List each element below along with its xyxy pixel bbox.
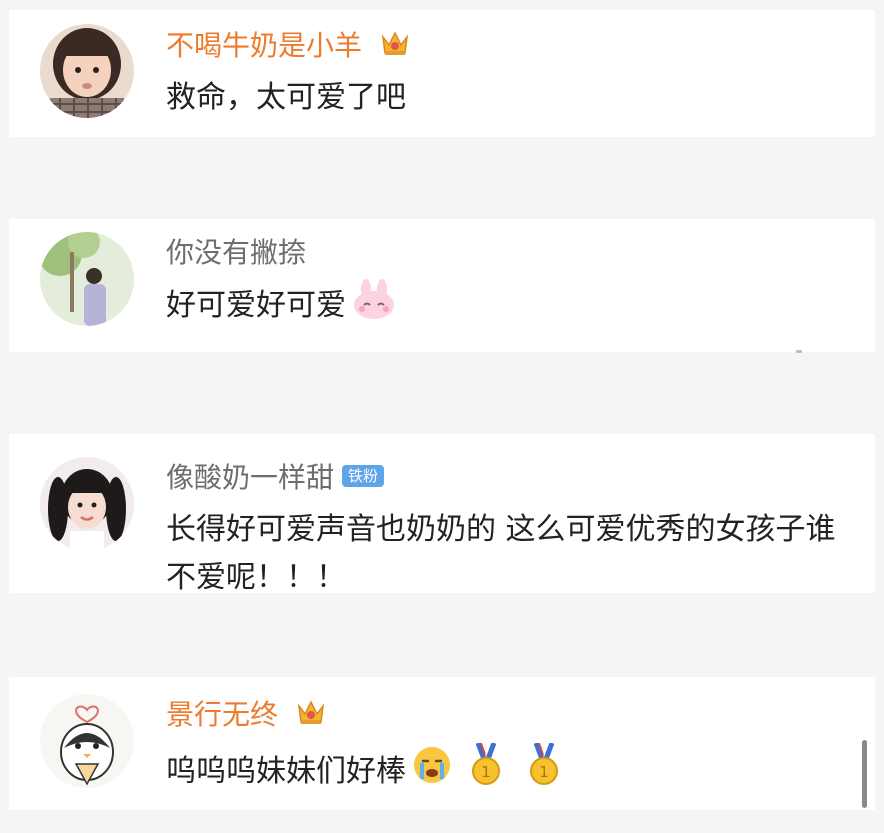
crying-face-icon xyxy=(412,745,452,800)
avatar-girl-image xyxy=(40,24,134,118)
comment-text: 长得好可爱声音也奶奶的 这么可爱优秀的女孩子谁不爱呢！！！ xyxy=(166,512,836,595)
username[interactable]: 不喝牛奶是小羊 xyxy=(166,28,411,66)
svg-text:1: 1 xyxy=(481,763,491,781)
comment-text: 救命，太可爱了吧 xyxy=(166,80,406,115)
comment-text: 呜呜呜妹妹们好棒 1 1 xyxy=(166,742,846,802)
bunny-face-icon xyxy=(352,279,396,334)
avatar-penguin-drawing-image xyxy=(40,694,134,788)
scrollbar-thumb[interactable] xyxy=(862,740,867,808)
gold-medal-icon: 1 xyxy=(528,742,560,802)
user-avatar[interactable] xyxy=(40,694,134,788)
gold-medal-icon: 1 xyxy=(470,742,502,802)
username-text: 不喝牛奶是小羊 xyxy=(166,29,363,62)
user-avatar[interactable] xyxy=(40,232,134,326)
vip-crown-icon xyxy=(379,29,411,66)
comment-text: 好可爱好可爱 xyxy=(166,279,846,334)
username[interactable]: 你没有撇捺 xyxy=(166,235,306,271)
user-avatar[interactable] xyxy=(40,457,134,551)
fan-badge: 铁粉 xyxy=(342,465,385,487)
svg-text:1: 1 xyxy=(539,763,549,781)
comment-card: 景行无终 呜呜呜妹妹们好棒 1 1 xyxy=(9,677,875,810)
comment-card: 不喝牛奶是小羊 救命，太可爱了吧 xyxy=(9,10,875,137)
user-avatar[interactable] xyxy=(40,24,134,118)
comment-text-content: 好可爱好可爱 xyxy=(166,288,346,323)
comment-text-content: 呜呜呜妹妹们好棒 xyxy=(166,754,406,789)
comment-card: 像酸奶一样甜 铁粉 长得好可爱声音也奶奶的 这么可爱优秀的女孩子谁不爱呢！！！ xyxy=(9,434,875,595)
username-text: 像酸奶一样甜 xyxy=(166,461,335,494)
avatar-girl-pigtails-image xyxy=(40,457,134,551)
username-text: 景行无终 xyxy=(166,698,279,731)
username[interactable]: 像酸奶一样甜 铁粉 xyxy=(166,460,385,496)
vip-crown-icon xyxy=(295,698,327,735)
username[interactable]: 景行无终 xyxy=(166,697,327,735)
scroll-indicator xyxy=(796,350,802,353)
comment-card: 你没有撇捺 好可爱好可爱 xyxy=(9,219,875,352)
avatar-tree-person-image xyxy=(40,232,134,326)
